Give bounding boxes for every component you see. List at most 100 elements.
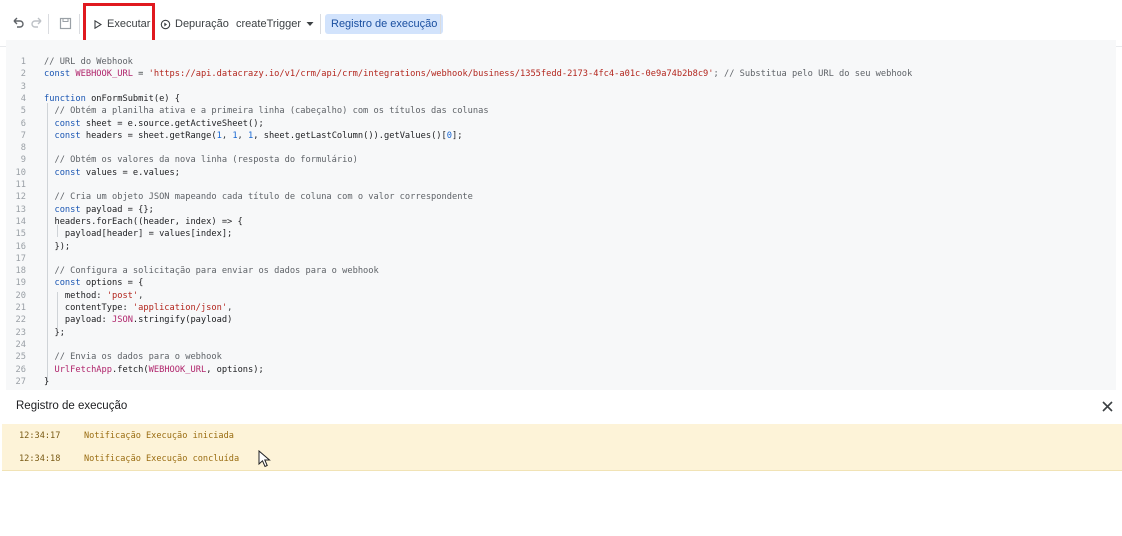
code-text: payload[header] = values[index]; xyxy=(44,228,232,240)
code-token: , xyxy=(221,130,233,141)
execution-log-button-label: Registro de execução xyxy=(331,18,438,30)
toolbar-divider xyxy=(320,14,321,34)
code-text: // Configura a solicitação para enviar o… xyxy=(44,265,379,277)
toolbar-divider xyxy=(48,14,49,34)
code-token: headers.forEach((header, index) => { xyxy=(44,216,243,227)
line-number: 9 xyxy=(20,155,26,166)
code-text: headers.forEach((header, index) => { xyxy=(44,216,243,228)
debug-button[interactable]: Depuração xyxy=(160,13,229,35)
line-number: 1 xyxy=(20,57,26,67)
line-number: 27 xyxy=(15,376,26,387)
code-token: ; // Substitua pelo URL do seu webhook xyxy=(713,69,913,80)
line-number: 18 xyxy=(15,266,26,277)
code-token: }); xyxy=(44,241,71,252)
code-token: const xyxy=(44,69,76,80)
function-select[interactable]: createTrigger xyxy=(236,13,314,35)
code-line: 14 headers.forEach((header, index) => { xyxy=(6,216,1116,228)
function-select-value: createTrigger xyxy=(236,18,302,30)
line-number: 13 xyxy=(15,204,26,215)
line-number: 12 xyxy=(15,192,26,203)
code-token: // Configura a solicitação para enviar o… xyxy=(44,266,379,277)
debug-icon xyxy=(160,19,171,29)
debug-button-label: Depuração xyxy=(175,18,229,30)
run-button[interactable]: Executar xyxy=(86,13,158,35)
close-icon[interactable] xyxy=(1098,397,1116,415)
code-text: method: 'post', xyxy=(44,290,143,302)
toolbar-divider xyxy=(79,14,80,34)
code-line: 15 payload[header] = values[index]; xyxy=(6,228,1116,240)
code-line: 21 contentType: 'application/json', xyxy=(6,302,1116,314)
code-token: const xyxy=(44,278,86,289)
code-token: const xyxy=(44,167,86,178)
code-text: const WEBHOOK_URL = 'https://api.datacra… xyxy=(44,68,912,80)
toolbar-divider xyxy=(440,14,441,34)
code-token: method: xyxy=(44,290,107,301)
code-token: payload = {}; xyxy=(85,204,154,215)
line-number: 5 xyxy=(20,106,26,117)
code-token: = xyxy=(132,69,149,80)
code-text: // Obtém a planilha ativa e a primeira l… xyxy=(44,105,489,117)
redo-icon[interactable] xyxy=(27,13,47,33)
save-icon[interactable] xyxy=(55,13,75,33)
line-number: 3 xyxy=(20,81,26,92)
log-time: 12:34:18 xyxy=(19,454,61,464)
code-line: 27} xyxy=(6,376,1116,388)
undo-icon[interactable] xyxy=(8,13,28,33)
code-line: 16 }); xyxy=(6,241,1116,253)
code-token: const xyxy=(44,204,86,215)
execution-log-button[interactable]: Registro de execução xyxy=(325,14,444,34)
code-token: // URL do Webhook xyxy=(44,57,133,67)
code-line: 2 const WEBHOOK_URL = 'https://api.datacr… xyxy=(6,68,1116,80)
line-number: 26 xyxy=(15,364,26,375)
code-token: contentType: xyxy=(44,303,133,313)
code-token: , sheet.getLastColumn()).getValues()[ xyxy=(253,130,447,141)
line-number: 24 xyxy=(15,339,26,350)
code-line: 9 // Obtém os valores da nova linha (res… xyxy=(6,154,1116,166)
line-number: 16 xyxy=(15,241,26,252)
line-number: 11 xyxy=(15,180,26,190)
line-number: 15 xyxy=(15,229,26,240)
line-number: 4 xyxy=(20,93,26,104)
code-text: const options = { xyxy=(44,277,143,289)
code-line: 22 payload: JSON.stringify(payload) xyxy=(6,314,1116,326)
line-number: 19 xyxy=(15,278,26,289)
line-number: 22 xyxy=(15,315,26,326)
code-token: headers = sheet.getRange( xyxy=(85,130,217,141)
log-time: 12:34:17 xyxy=(19,431,61,441)
code-text: // Cria um objeto JSON mapeando cada tít… xyxy=(44,191,472,203)
code-token: // Obtém a planilha ativa e a primeira l… xyxy=(44,106,489,117)
code-token: onFormSubmit(e) { xyxy=(91,93,180,104)
code-line: 23 }; xyxy=(6,327,1116,339)
code-token: payload: xyxy=(44,315,112,326)
code-text: const payload = {}; xyxy=(44,204,154,216)
code-token: sheet = e.source.getActiveSheet(); xyxy=(85,118,264,129)
code-text: // URL do Webhook xyxy=(44,56,133,68)
code-text: // Envia os dados para o webhook xyxy=(44,351,222,363)
code-token: const xyxy=(44,118,86,129)
code-editor[interactable]: 1 // URL do Webhook 2 const WEBHOOK_URL = '… xyxy=(6,40,1116,390)
code-token: options = { xyxy=(85,278,144,289)
code-line: 4 function onFormSubmit(e) { xyxy=(6,93,1116,105)
log-row: 12:34:18 Notificação Execução concluída xyxy=(2,447,1122,471)
code-token: , options); xyxy=(206,364,264,375)
code-token: , xyxy=(138,290,144,301)
line-number: 7 xyxy=(20,130,26,141)
code-token: function xyxy=(44,93,92,104)
log-row: 12:34:17 Notificação Execução iniciada xyxy=(2,424,1122,448)
code-token: ]; xyxy=(452,130,463,141)
code-token: 'post' xyxy=(106,290,139,301)
code-text: const values = e.values; xyxy=(44,167,180,179)
line-number: 21 xyxy=(15,303,26,313)
code-line: 8 xyxy=(6,142,1116,154)
code-line: 13 const payload = {}; xyxy=(6,204,1116,216)
code-line: 6 const sheet = e.source.getActiveSheet(… xyxy=(6,118,1116,130)
code-line: 17 xyxy=(6,253,1116,265)
code-text: // Obtém os valores da nova linha (respo… xyxy=(44,154,357,166)
code-line: 11 xyxy=(6,179,1116,191)
code-line: 3 xyxy=(6,81,1116,93)
code-token: // Envia os dados para o webhook xyxy=(44,352,222,363)
code-token: 'https://api.datacrazy.io/v1/crm/api/crm… xyxy=(148,69,714,80)
code-line: 20 method: 'post', xyxy=(6,290,1116,302)
log-message: Execução iniciada xyxy=(146,431,234,441)
code-line: 18 // Configura a solicitação para envia… xyxy=(6,265,1116,277)
